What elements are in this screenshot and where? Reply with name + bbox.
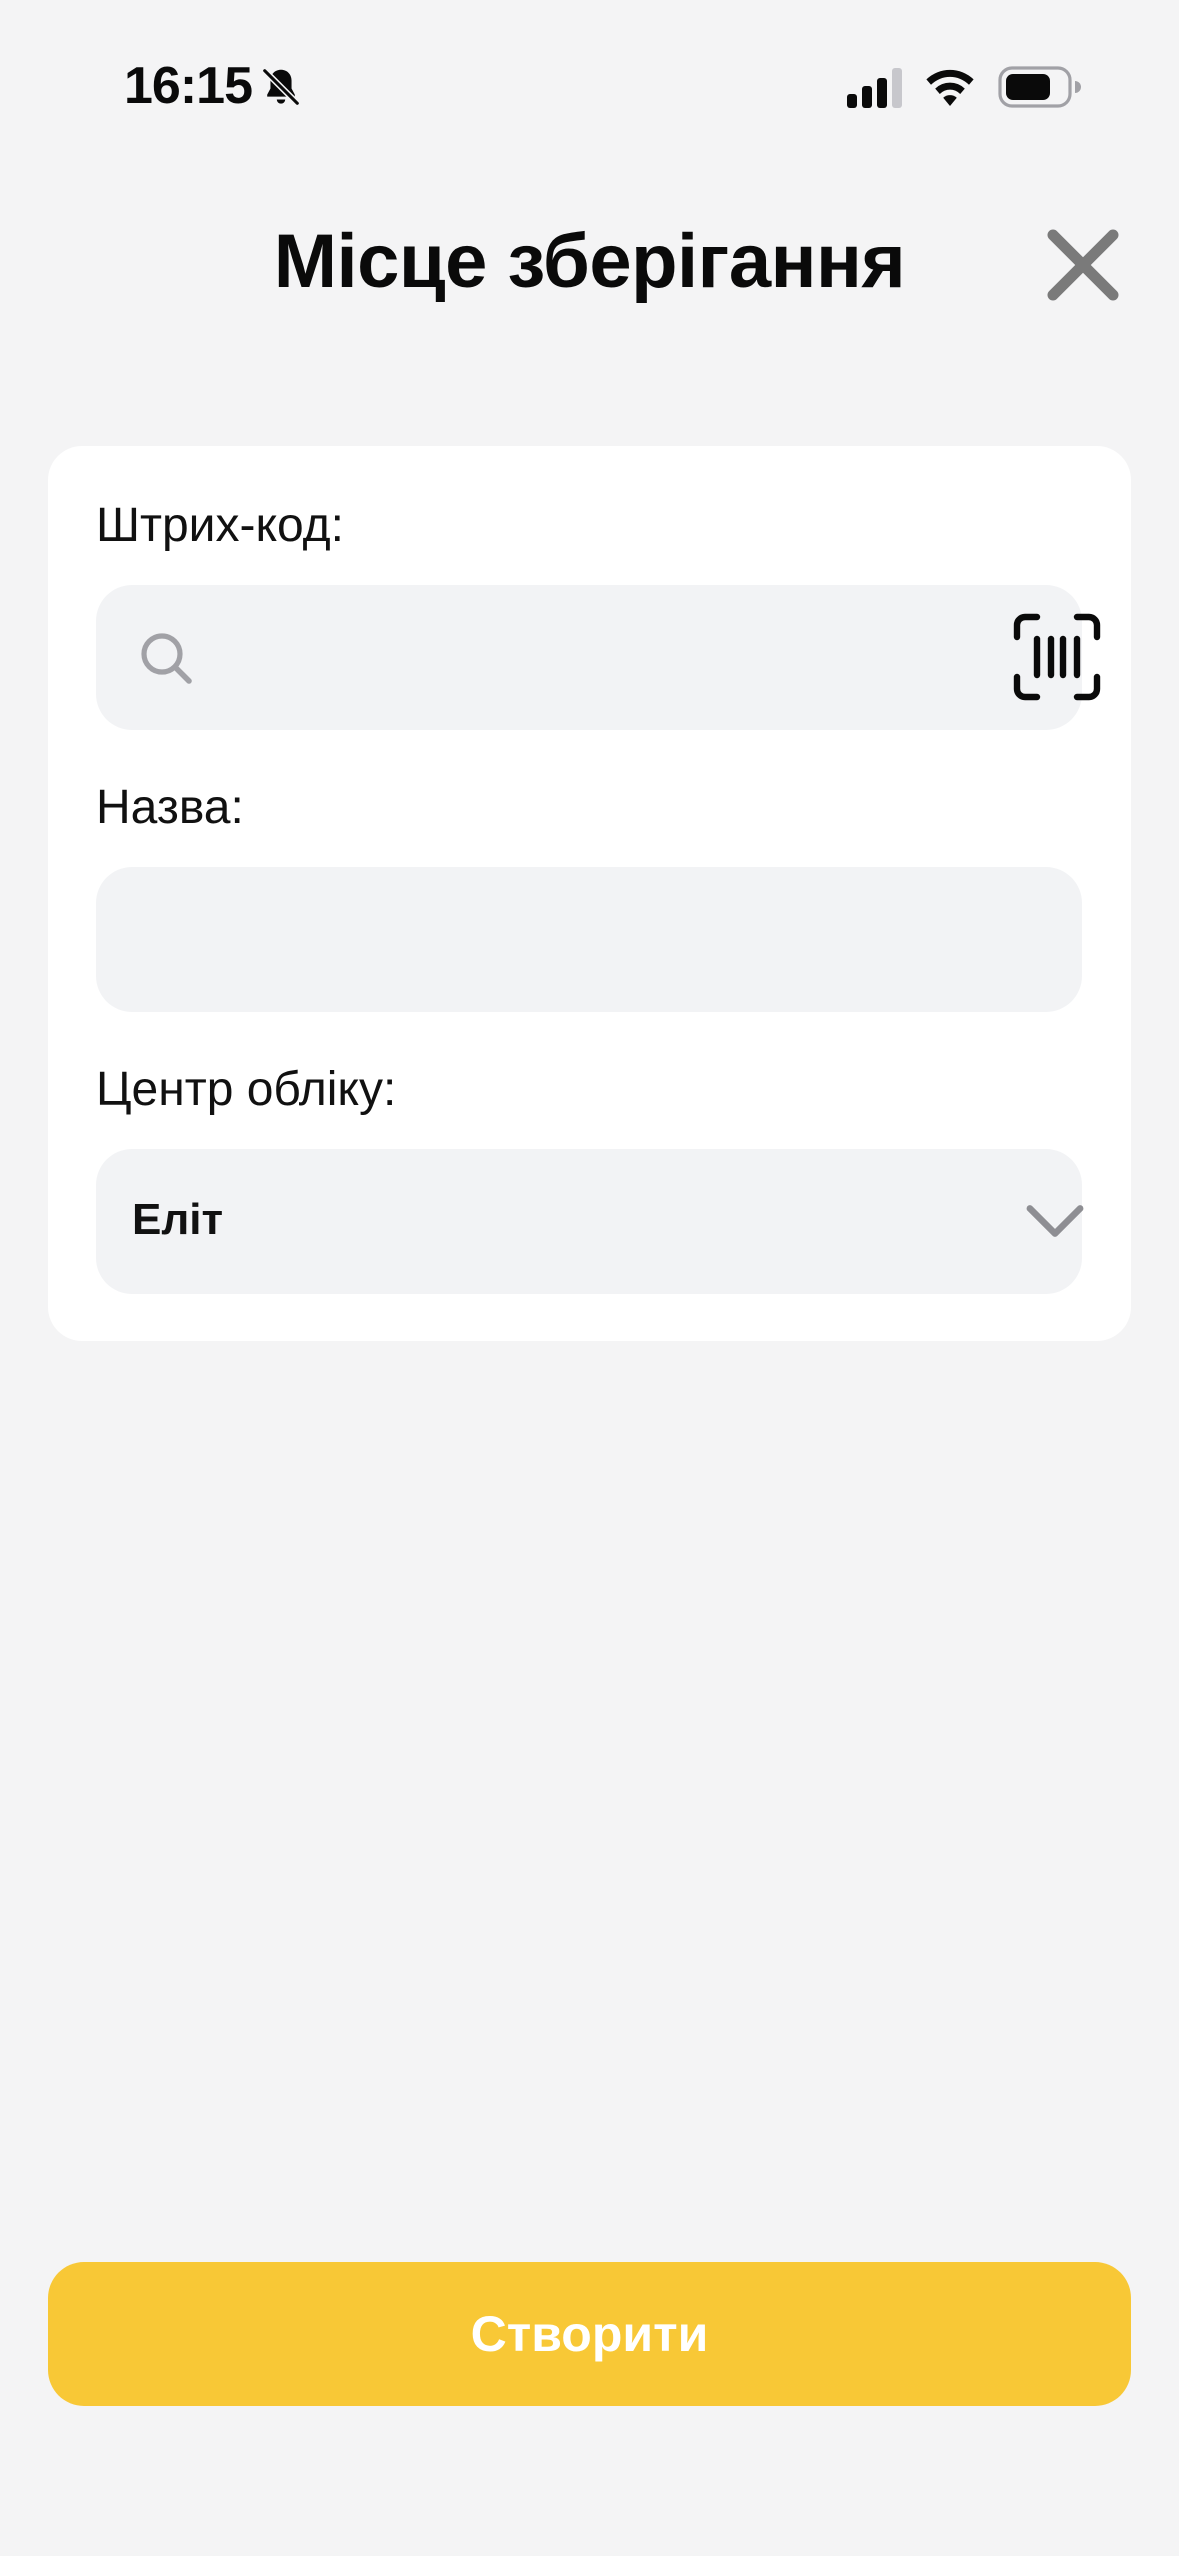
cellular-signal-icon xyxy=(847,68,902,108)
barcode-input[interactable] xyxy=(206,585,930,732)
page-title: Місце зберігання xyxy=(273,219,906,304)
status-bar: 16:15 xyxy=(0,0,1179,170)
accounting-center-label: Центр обліку: xyxy=(96,1063,397,1116)
name-input[interactable] xyxy=(132,867,1016,1014)
name-field[interactable] xyxy=(96,867,1082,1014)
chevron-down-icon xyxy=(1026,1205,1084,1237)
bell-slash-icon xyxy=(262,68,300,106)
status-time: 16:15 xyxy=(124,57,253,115)
battery-icon xyxy=(998,66,1081,108)
barcode-label: Штрих-код: xyxy=(96,499,344,552)
barcode-field[interactable] xyxy=(96,585,1101,732)
accounting-center-value: Еліт xyxy=(132,1195,224,1244)
accounting-center-select[interactable]: Еліт xyxy=(96,1149,1084,1294)
barcode-scan-icon[interactable] xyxy=(1013,613,1101,701)
form-card: Штрих-код: Назва: Центр обліку: Еліт xyxy=(48,446,1131,1341)
close-icon[interactable] xyxy=(1043,225,1123,305)
wifi-icon xyxy=(926,69,974,106)
search-icon xyxy=(141,633,192,684)
name-label: Назва: xyxy=(96,781,244,834)
create-button[interactable]: Створити xyxy=(48,2262,1131,2406)
